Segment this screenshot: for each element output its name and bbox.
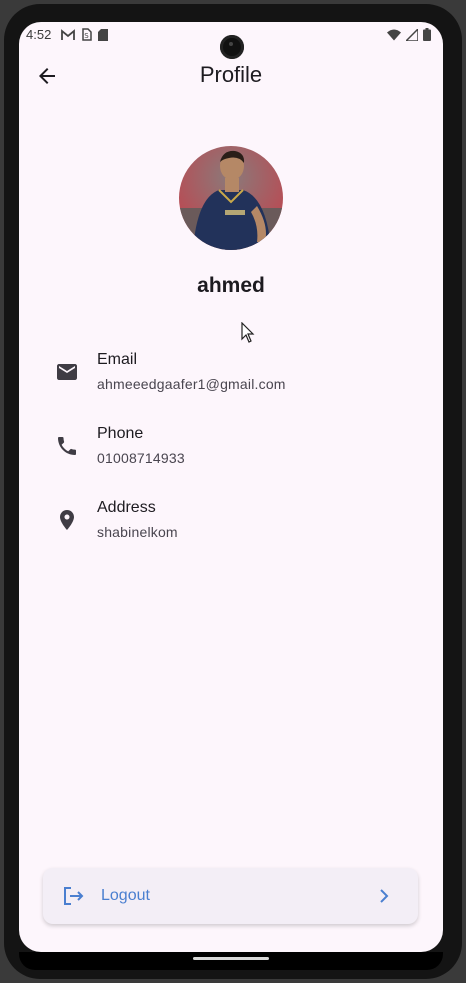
logout-icon (64, 887, 84, 905)
logout-button[interactable]: Logout (43, 868, 418, 924)
chevron-right-icon (380, 889, 389, 903)
battery-icon (423, 28, 431, 41)
system-icons (387, 28, 431, 41)
location-pin-icon (60, 510, 74, 530)
signal-icon (406, 28, 418, 41)
profile-photo (179, 146, 283, 250)
avatar (179, 146, 283, 250)
notification-icons: S (61, 28, 108, 41)
sim-alert-icon: S (82, 28, 92, 41)
navigation-bar (19, 952, 443, 970)
mouse-cursor-icon (241, 322, 255, 343)
phone-label: Phone (97, 425, 144, 442)
wifi-icon (387, 29, 401, 40)
logout-label: Logout (101, 887, 150, 904)
home-indicator[interactable] (193, 957, 269, 960)
gmail-icon (61, 28, 75, 40)
app-screen: 4:52 S Profile ahmed Email ahmeeedgaafer… (19, 22, 443, 952)
status-time: 4:52 (26, 27, 52, 42)
email-icon (57, 364, 77, 380)
phone-row: Phone 01008714933 (55, 420, 435, 468)
phone-icon (58, 437, 76, 455)
email-value: ahmeeedgaafer1@gmail.com (97, 376, 286, 392)
sd-card-icon (98, 28, 108, 41)
page-title: Profile (199, 62, 263, 87)
svg-text:S: S (84, 32, 89, 40)
phone-value: 01008714933 (97, 450, 185, 466)
address-label: Address (97, 499, 156, 516)
address-value: shabinelkom (97, 524, 178, 540)
email-row: Email ahmeeedgaafer1@gmail.com (55, 346, 435, 394)
email-label: Email (97, 351, 138, 368)
address-row: Address shabinelkom (55, 494, 435, 542)
front-camera (220, 35, 244, 59)
status-bar: 4:52 S (19, 22, 443, 59)
user-name: ahmed (197, 274, 265, 297)
